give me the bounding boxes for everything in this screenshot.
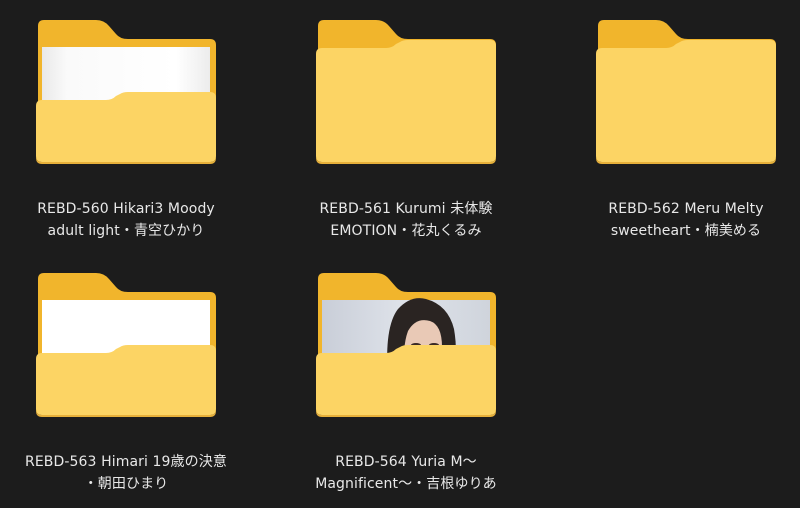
folder-with-preview-icon xyxy=(276,267,536,427)
folder-with-preview-icon xyxy=(0,14,256,174)
folder-label-line2: adult light・青空ひかり xyxy=(47,223,205,239)
folder-label-line1: REBD-561 Kurumi 未体験 xyxy=(319,201,493,217)
folder-label-line2: Magnificent～・吉根ゆりあ xyxy=(315,476,497,492)
folder-label-line2: ・朝田ひまり xyxy=(83,476,169,492)
folder-label-line1: REBD-560 Hikari3 Moody xyxy=(37,201,215,217)
file-explorer-grid: REBD-560 Hikari3 Moody adult light・青空ひかり… xyxy=(0,0,800,508)
folder-icon xyxy=(276,14,536,174)
folder-item-rebd-564[interactable]: REBD-564 Yuria M～ Magnificent～・吉根ゆりあ xyxy=(276,267,536,507)
folder-label-line1: REBD-563 Himari 19歳の決意 xyxy=(25,454,227,470)
folder-label-line2: sweetheart・楠美める xyxy=(610,223,762,239)
folder-label: REBD-563 Himari 19歳の決意 ・朝田ひまり xyxy=(0,451,256,495)
folder-label: REBD-564 Yuria M～ Magnificent～・吉根ゆりあ xyxy=(276,451,536,495)
folder-item-rebd-561[interactable]: REBD-561 Kurumi 未体験 EMOTION・花丸くるみ xyxy=(276,14,536,254)
folder-label-line1: REBD-562 Meru Melty xyxy=(608,201,764,217)
folder-item-rebd-560[interactable]: REBD-560 Hikari3 Moody adult light・青空ひかり xyxy=(0,14,256,254)
folder-label-line1: REBD-564 Yuria M～ xyxy=(335,454,477,470)
folder-label: REBD-562 Meru Melty sweetheart・楠美める xyxy=(556,198,800,242)
folder-icon xyxy=(556,14,800,174)
folder-item-rebd-562[interactable]: REBD-562 Meru Melty sweetheart・楠美める xyxy=(556,14,800,254)
folder-label: REBD-561 Kurumi 未体験 EMOTION・花丸くるみ xyxy=(276,198,536,242)
folder-label-line2: EMOTION・花丸くるみ xyxy=(330,223,482,239)
folder-label: REBD-560 Hikari3 Moody adult light・青空ひかり xyxy=(0,198,256,242)
folder-item-rebd-563[interactable]: REBD-563 Himari 19歳の決意 ・朝田ひまり xyxy=(0,267,256,507)
folder-with-preview-icon xyxy=(0,267,256,427)
